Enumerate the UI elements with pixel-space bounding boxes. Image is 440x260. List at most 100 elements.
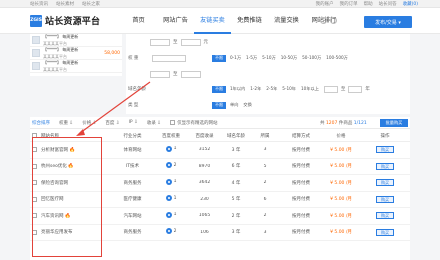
price-min-input[interactable] [150,38,170,46]
featured-only-toggle[interactable]: 仅显示有精选的网站 [170,120,218,126]
nav-home[interactable]: 首页 [120,8,157,34]
price-max-input[interactable] [180,38,201,46]
batch-buy-button[interactable]: 批量购买 [380,119,408,127]
weight-value: 1 [173,212,177,218]
publish-button[interactable]: 发布/交易 ▾ [364,16,412,28]
type-option[interactable]: 交换 [243,102,251,108]
weight-min-input[interactable] [150,70,170,78]
count-prefix: 共 [320,121,325,126]
weight-label: 权 重 [128,56,139,61]
weight-cell: 1 [155,145,187,154]
user-icon[interactable] [320,17,327,24]
age-min-input[interactable] [323,85,338,93]
age-option[interactable]: 2-5年 [266,86,277,92]
nav-traffic-exchange[interactable]: 流量交换 [268,8,305,34]
weight-cell: 1 [155,195,187,203]
tab-sort-ip[interactable]: IP ⇩ [129,120,138,125]
age-max-input[interactable] [348,85,363,93]
age-option[interactable]: 1年以内 [230,86,245,92]
nav-links-trade[interactable]: 友链买卖 [194,8,231,34]
age-unlimited-button[interactable]: 不限 [212,85,226,93]
method-cell: 按月付费 [292,213,310,219]
price-unit: 元 [203,40,209,45]
buy-button[interactable]: 购买 [376,212,394,220]
tab-default-sort[interactable]: 综合排序 [32,120,50,126]
weight-option[interactable]: 10-50万 [281,55,297,61]
buy-button[interactable]: 购买 [376,179,394,187]
industry-cell: 汽车网站 [123,213,142,219]
site-logo[interactable]: ZGIS 站长资源平台 [30,14,100,27]
tab-sort-baidu[interactable]: 百度 ⇩ [105,120,119,126]
favorites-link[interactable]: 收藏(0) [403,1,418,7]
nav-free-links[interactable]: 免费推链 [231,8,268,34]
weight-select[interactable] [152,54,186,62]
tab-sort-index[interactable]: 收录 ⇩ [147,120,161,126]
tab-sort-weight[interactable]: 权重 ⇩ [59,120,73,126]
buy-button[interactable]: 购买 [376,228,394,236]
logo-text: 站长资源平台 [45,17,101,27]
top-link[interactable]: 站长问答 [379,1,397,7]
weight-filter-row: 权 重 不限 0-1万 1-5万 5-10万 10-50万 50-100万 10… [128,53,353,63]
checkbox-label: 仅显示有精选的网站 [177,120,218,126]
thumbnail-image [32,36,40,44]
top-link[interactable]: 帮助 [364,1,373,7]
action-cell: 购买 [360,179,410,187]
type-unlimited-button[interactable]: 不限 [212,101,226,109]
weight-option[interactable]: 5-10万 [262,55,276,61]
top-link[interactable]: 站长素材 [56,1,74,7]
industry-cell: IT技术 [125,164,140,170]
type-option[interactable]: 单向 [230,102,238,108]
weight-option[interactable]: 1-5万 [246,55,257,61]
domain-age-cell: 5 年 [231,197,241,203]
price-cell: ¥ 5.00 /月 [330,180,352,186]
method-cell: 按月付费 [292,147,310,153]
list-item[interactable]: 【*****】 每周更新 某某某某平台 [30,60,122,73]
buy-button[interactable]: 购买 [376,146,394,154]
weight-option[interactable]: 0-1万 [230,55,241,61]
industry-cell: 体育网站 [123,147,142,153]
age-option[interactable]: 5-10年 [282,86,296,92]
action-cell: 购买 [360,195,410,203]
count-value: 1207 [325,121,338,126]
col-index: 百度收录 [195,133,214,139]
price-cell: ¥ 5.00 /月 [330,230,352,236]
weight-option[interactable]: 50-100万 [302,55,321,61]
owner-cell: 2 [263,180,267,186]
weight-value: 1 [173,195,177,201]
top-link[interactable]: 站长资讯 [30,1,48,7]
method-cell: 按月付费 [292,180,310,186]
main-nav: 首页 网站广告 友链买卖 免费推链 流量交换 网站排行 [120,8,343,34]
owner-cell: 3 [263,229,267,235]
weight-value: 1 [173,146,177,152]
col-method: 结算方式 [292,133,310,139]
weight-max-input[interactable] [180,70,201,78]
top-link[interactable]: 站长之家 [82,1,100,7]
top-link[interactable]: 我的订单 [340,1,358,7]
message-icon[interactable] [330,17,337,24]
domain-age-cell: 6 年 [231,164,241,170]
top-link[interactable]: 我的账户 [316,1,334,7]
checkbox[interactable] [170,120,176,125]
buy-button[interactable]: 购买 [376,195,394,203]
buy-button[interactable]: 购买 [376,162,394,170]
age-option[interactable]: 10年以上 [301,86,319,92]
price-cell: ¥ 5.00 /月 [330,164,352,170]
weight-option[interactable]: 100-500万 [326,55,348,61]
baidu-weight-icon [165,228,172,235]
baidu-weight-icon [165,162,172,169]
col-industry: 行业分类 [123,133,142,139]
item-price: 58,000 [104,50,120,56]
list-item[interactable]: 【*****】 每周更新 某某某某平台 58,000 [30,47,122,60]
age-option[interactable]: 1-2年 [250,86,261,92]
nav-ads[interactable]: 网站广告 [157,8,194,34]
tab-sort-price[interactable]: 价格 ⇩ [82,120,96,126]
weight-unlimited-button[interactable]: 不限 [212,54,226,62]
index-count-cell: 106 [200,229,209,235]
filter-panel: 至 元 权 重 不限 0-1万 1-5万 5-10万 10-50万 50-100… [126,34,410,114]
page-indicator: 1/121 [353,121,367,126]
owner-cell: 6 [263,196,267,202]
list-item[interactable]: 【*****】 每周更新 某某某某平台 [30,34,122,47]
baidu-weight-icon [165,145,172,152]
domain-age-cell: 3 年 [231,230,241,236]
col-price: 价格 [336,133,346,139]
